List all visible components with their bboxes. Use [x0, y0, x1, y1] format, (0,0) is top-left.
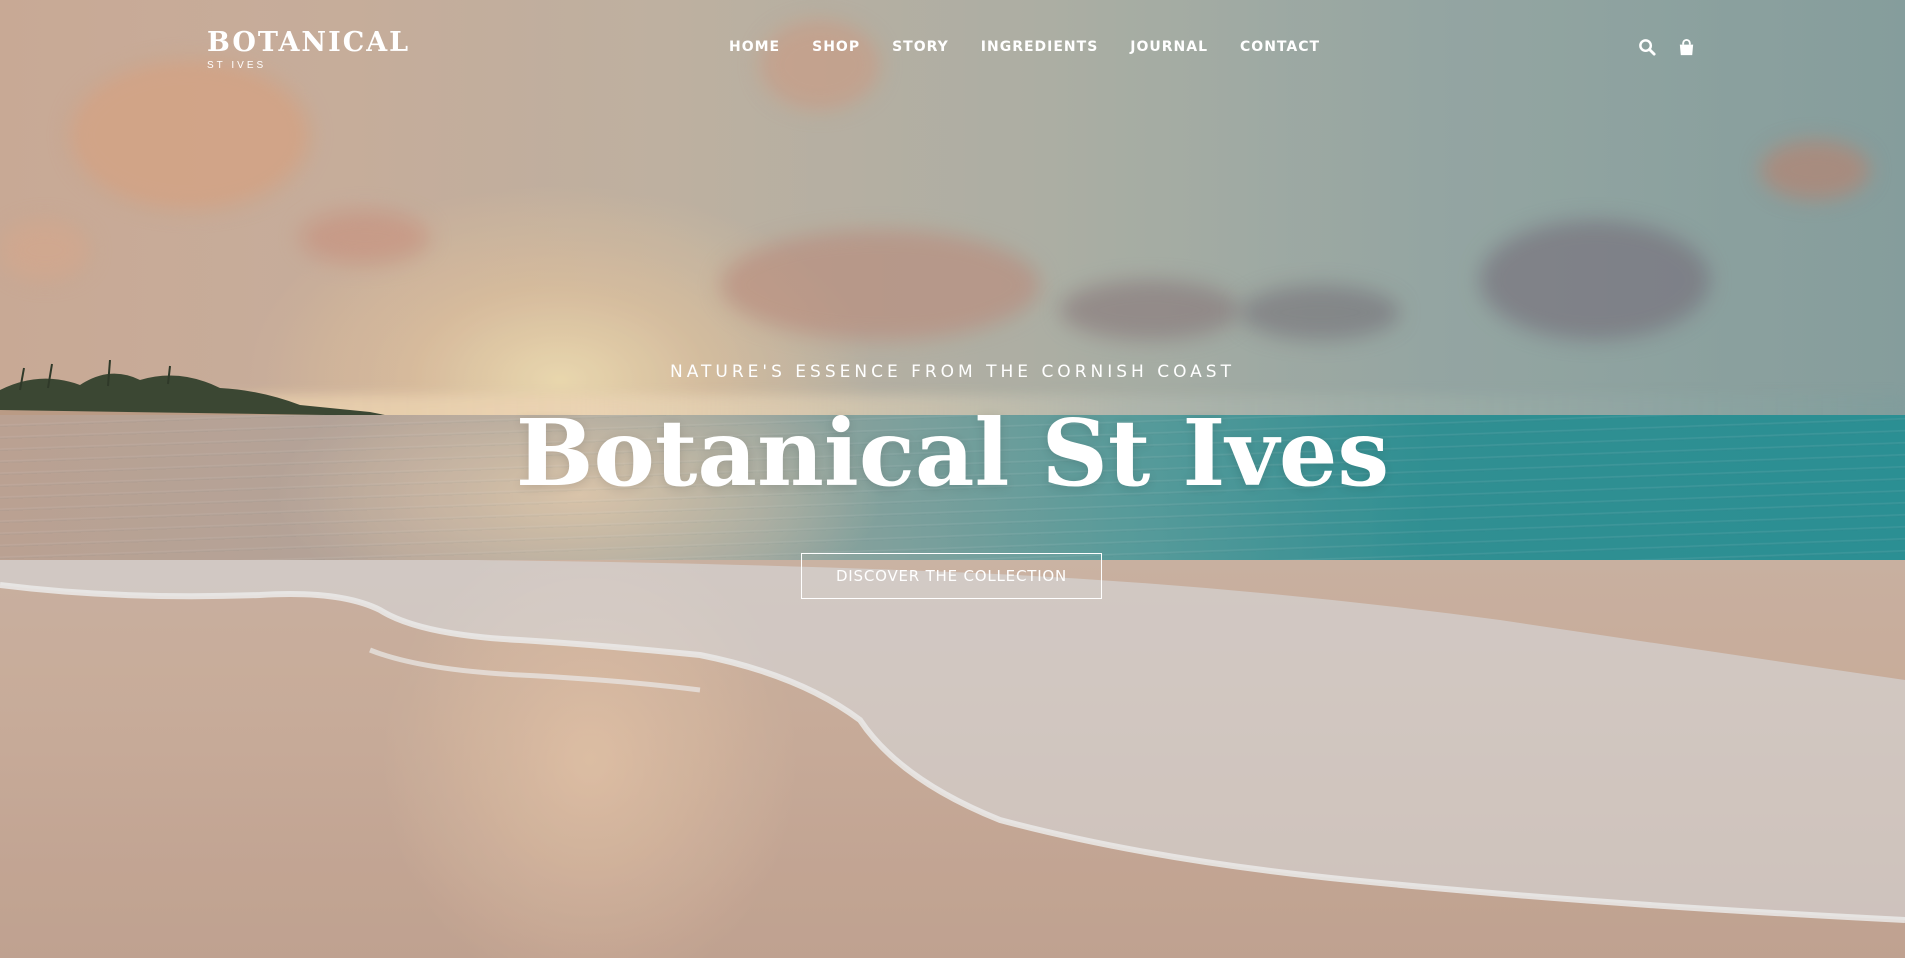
nav-item-journal[interactable]: JOURNAL — [1130, 39, 1208, 55]
nav-item-story[interactable]: STORY — [892, 39, 949, 55]
discover-collection-button[interactable]: DISCOVER THE COLLECTION — [801, 553, 1102, 599]
main-nav: HOME SHOP STORY INGREDIENTS JOURNAL CONT… — [729, 39, 1320, 55]
shopping-bag-icon[interactable] — [1677, 38, 1696, 57]
nav-item-shop[interactable]: SHOP — [812, 39, 860, 55]
hero-title: Botanical St Ives — [515, 399, 1390, 507]
hero-tagline: NATURE'S ESSENCE FROM THE CORNISH COAST — [670, 362, 1235, 382]
brand-name: BOTANICAL — [207, 27, 411, 58]
nav-item-home[interactable]: HOME — [729, 39, 780, 55]
hero-section: BOTANICAL ST IVES HOME SHOP STORY INGRED… — [0, 0, 1905, 958]
brand-location: ST IVES — [207, 60, 267, 71]
header-actions — [1638, 38, 1696, 57]
search-icon[interactable] — [1638, 38, 1657, 57]
nav-item-ingredients[interactable]: INGREDIENTS — [981, 39, 1099, 55]
site-header: BOTANICAL ST IVES HOME SHOP STORY INGRED… — [0, 0, 1905, 100]
brand-logo[interactable]: BOTANICAL ST IVES — [207, 27, 411, 72]
nav-item-contact[interactable]: CONTACT — [1240, 39, 1320, 55]
